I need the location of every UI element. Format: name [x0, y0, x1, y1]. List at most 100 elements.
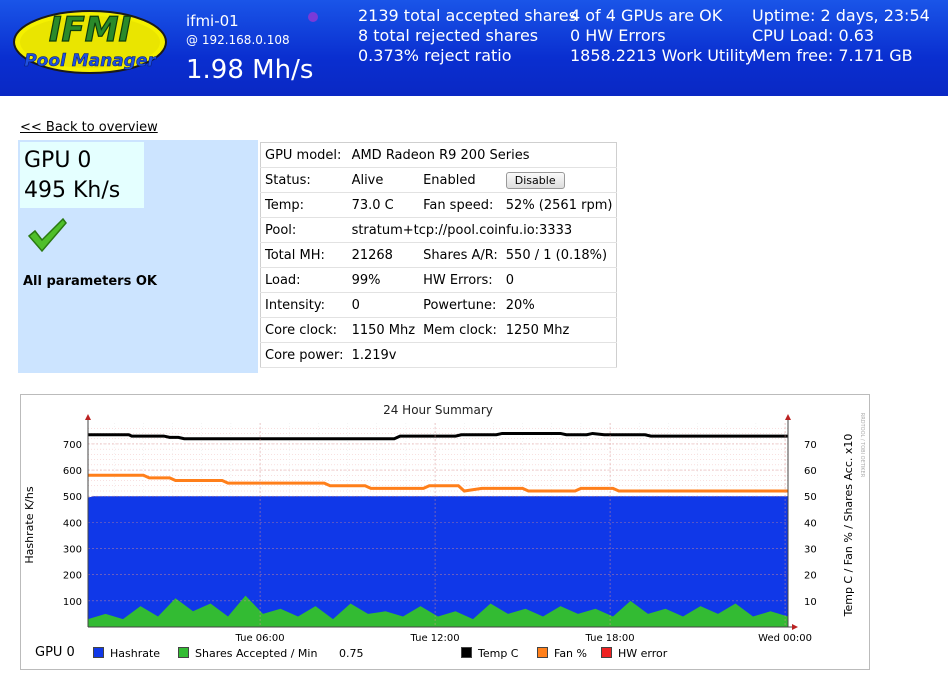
pool-label: Pool:	[260, 217, 348, 243]
core-power-value: 1.219v	[347, 342, 617, 368]
mem-clock-label: Mem clock:	[419, 317, 502, 343]
hw-errors-value: 0	[501, 267, 617, 293]
legend-gpu-label: GPU 0	[35, 645, 75, 660]
hw-errors-summary: 0 HW Errors	[570, 26, 666, 45]
status-message: All parameters OK	[23, 274, 157, 289]
legend-fan: Fan %	[537, 647, 587, 660]
legend-swatch	[93, 647, 104, 658]
legend-label: Hashrate	[110, 647, 161, 660]
status-label: Status:	[260, 167, 348, 193]
table-row: Core clock: 1150 Mhz Mem clock: 1250 Mhz	[260, 317, 617, 343]
ifmi-logo: IFMI Pool Manager	[13, 9, 167, 74]
shares-value: 550 / 1 (0.18%)	[501, 242, 617, 268]
mem-clock-value: 1250 Mhz	[501, 317, 617, 343]
intensity-label: Intensity:	[260, 292, 348, 318]
y2-tick-label: 30	[804, 545, 817, 556]
legend-shares-current: 0.75	[339, 647, 364, 660]
core-clock-label: Core clock:	[260, 317, 348, 343]
total-mh-label: Total MH:	[260, 242, 348, 268]
x-tick-label: Wed 00:00	[758, 633, 812, 644]
chart-canvas: 24 Hour Summary Hashrate K/hs Temp C / Fan…	[23, 403, 865, 644]
y-tick-label: 500	[63, 492, 82, 503]
y-axis-arrow	[85, 414, 91, 420]
gpu-hashrate: 495 Kh/s	[24, 178, 121, 203]
gpu-status-panel: GPU 0 495 Kh/s All parameters OK	[18, 140, 258, 373]
y2-tick-label: 10	[804, 597, 817, 608]
y2-tick-label: 50	[804, 492, 817, 503]
y2-tick-label: 70	[804, 440, 817, 451]
uptime: Uptime: 2 days, 23:54	[752, 6, 930, 25]
svg-text:Pool Manager: Pool Manager	[24, 51, 157, 71]
series-line	[88, 431, 788, 441]
table-row: GPU model: AMD Radeon R9 200 Series	[260, 142, 617, 168]
fan-label: Fan speed:	[419, 192, 502, 218]
mem-free: Mem free: 7.171 GB	[752, 46, 913, 65]
intensity-value: 0	[347, 292, 420, 318]
core-clock-value: 1150 Mhz	[347, 317, 420, 343]
y-tick-label: 400	[63, 518, 82, 529]
shares-label: Shares A/R:	[419, 242, 502, 268]
back-to-overview-link[interactable]: << Back to overview	[20, 120, 158, 135]
legend-swatch	[537, 647, 548, 658]
legend-hashrate: Hashrate	[93, 647, 160, 660]
table-row: Pool: stratum+tcp://pool.coinfu.io:3333	[260, 217, 617, 243]
y2-tick-label: 40	[804, 518, 817, 529]
chart-title: 24 Hour Summary	[383, 403, 493, 417]
series-line	[88, 473, 788, 493]
total-mh-value: 21268	[347, 242, 420, 268]
disable-button[interactable]: Disable	[505, 171, 565, 189]
x-tick-label: Tue 12:00	[410, 633, 460, 644]
x-tick-label: Tue 18:00	[585, 633, 635, 644]
y-tick-label: 300	[63, 545, 82, 556]
y-tick-label: 200	[63, 571, 82, 582]
host-name: ifmi-01	[186, 12, 239, 30]
legend-label: HW error	[618, 647, 668, 660]
host-ip: @ 192.168.0.108	[186, 33, 290, 47]
hw-errors-label: HW Errors:	[419, 267, 502, 293]
legend-hw-error: HW error	[601, 647, 667, 660]
y-axis-label: Hashrate K/hs	[23, 486, 36, 563]
work-utility: 1858.2213 Work Utility	[570, 46, 755, 65]
load-label: Load:	[260, 267, 348, 293]
legend-temp: Temp C	[461, 647, 519, 660]
rejected-shares: 8 total rejected shares	[358, 26, 539, 45]
host-status-dot	[308, 12, 318, 22]
y2-tick-label: 60	[804, 466, 817, 477]
watermark: RRDTOOL / TOBI OETIKER	[859, 413, 865, 478]
y2-axis-label: Temp C / Fan % / Shares Acc. x10	[842, 434, 855, 618]
table-row: Load: 99% HW Errors: 0	[260, 267, 617, 293]
table-row: Total MH: 21268 Shares A/R: 550 / 1 (0.1…	[260, 242, 617, 268]
status-value: Alive	[347, 167, 420, 193]
y-tick-label: 100	[63, 597, 82, 608]
y-tick-label: 600	[63, 466, 82, 477]
shares-summary: 2139 total accepted shares 8 total rejec…	[358, 6, 577, 66]
gpu-summary: 4 of 4 GPUs are OK 0 HW Errors 1858.2213…	[570, 6, 754, 66]
gpu-summary-box: GPU 0 495 Kh/s	[20, 142, 144, 208]
gpu-name: GPU 0	[24, 148, 92, 173]
gpu-details-table: GPU model: AMD Radeon R9 200 Series Stat…	[260, 142, 618, 368]
model-value: AMD Radeon R9 200 Series	[347, 142, 617, 168]
total-hashrate: 1.98 Mh/s	[186, 55, 314, 85]
gpus-ok: 4 of 4 GPUs are OK	[570, 6, 723, 25]
checkmark-icon	[27, 217, 67, 253]
fan-value: 52% (2561 rpm)	[501, 192, 617, 218]
header-bar: IFMI Pool Manager ifmi-01 @ 192.168.0.10…	[0, 0, 948, 96]
load-value: 99%	[347, 267, 420, 293]
legend-swatch	[178, 647, 189, 658]
legend-shares: Shares Accepted / Min	[178, 647, 317, 660]
summary-chart: 24 Hour Summary Hashrate K/hs Temp C / Fan…	[20, 394, 870, 670]
temp-value: 73.0 C	[347, 192, 420, 218]
svg-text:IFMI: IFMI	[49, 10, 131, 50]
series-area	[88, 496, 788, 627]
temp-label: Temp:	[260, 192, 348, 218]
model-label: GPU model:	[260, 142, 348, 168]
powertune-label: Powertune:	[419, 292, 502, 318]
table-row: Intensity: 0 Powertune: 20%	[260, 292, 617, 318]
y-tick-label: 700	[63, 440, 82, 451]
core-power-label: Core power:	[260, 342, 348, 368]
y2-axis-arrow	[785, 414, 791, 420]
accepted-shares: 2139 total accepted shares	[358, 6, 577, 25]
legend-label: Temp C	[478, 647, 519, 660]
legend-swatch	[461, 647, 472, 658]
legend-swatch	[601, 647, 612, 658]
